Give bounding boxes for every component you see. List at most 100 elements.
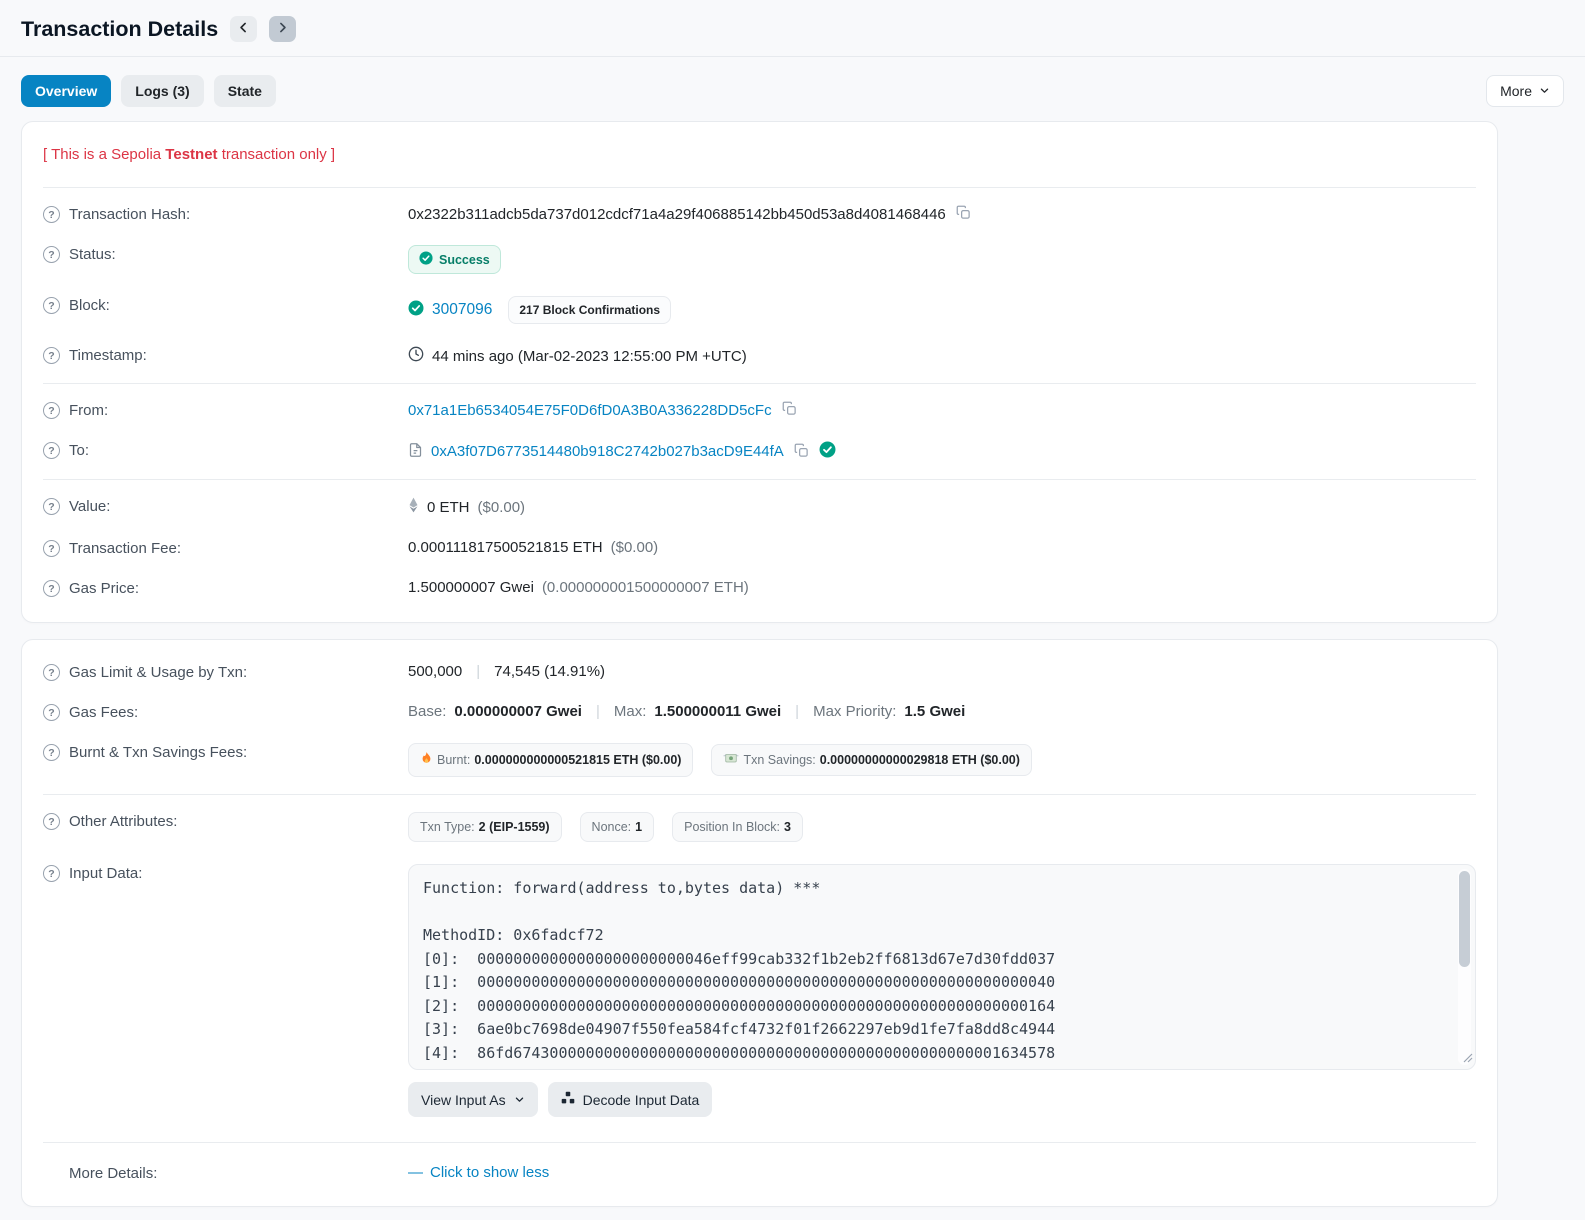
more-label: More — [1500, 83, 1532, 99]
tab-overview[interactable]: Overview — [21, 75, 112, 107]
to-address-link[interactable]: 0xA3f07D6773514480b918C2742b027b3acD9E44… — [431, 443, 784, 460]
txn-type-badge: Txn Type: 2 (EIP-1559) — [408, 812, 562, 842]
help-icon[interactable]: ? — [43, 206, 60, 223]
max-priority-label: Max Priority: — [813, 703, 897, 720]
value-usd: ($0.00) — [477, 498, 526, 516]
verified-check-icon — [819, 441, 836, 462]
gas-price-label: Gas Price: — [69, 580, 140, 597]
help-icon[interactable]: ? — [43, 246, 60, 263]
from-address-link[interactable]: 0x71a1Eb6534054E75F0D6fD0A3B0A336228DD5c… — [408, 402, 772, 419]
more-dropdown-button[interactable]: More — [1486, 75, 1564, 107]
click-to-show-less-link[interactable]: — Click to show less — [408, 1164, 549, 1181]
help-icon[interactable]: ? — [43, 865, 60, 882]
check-circle-icon — [408, 300, 424, 320]
copy-icon — [956, 205, 971, 223]
view-input-as-label: View Input As — [421, 1091, 506, 1108]
help-icon[interactable]: ? — [43, 540, 60, 557]
gas-limit-usage-row: ? Gas Limit & Usage by Txn: 500,000 | 74… — [43, 652, 1476, 692]
help-icon[interactable]: ? — [43, 297, 60, 314]
page-header: Transaction Details — [0, 0, 1585, 56]
help-icon[interactable]: ? — [43, 664, 60, 681]
burnt-fees-badge: Burnt: 0.000000000000521815 ETH ($0.00) — [408, 743, 694, 777]
input-data-line — [423, 901, 1445, 925]
input-data-line: MethodID: 0x6fadcf72 — [423, 926, 604, 944]
resize-handle-icon[interactable] — [1463, 1049, 1473, 1067]
separator: | — [476, 663, 481, 680]
scrollbar-thumb[interactable] — [1459, 871, 1470, 967]
copy-icon — [794, 443, 809, 461]
chevron-down-icon — [514, 1092, 525, 1108]
input-data-row: ? Input Data: Function: forward(address … — [43, 853, 1476, 1128]
transaction-fee-usd: ($0.00) — [610, 539, 659, 556]
copy-from-address-button[interactable] — [780, 401, 799, 419]
input-data-line: [2]: 00000000000000000000000000000000000… — [423, 996, 1056, 1015]
input-data-line: [5]: 543a0000000000000000000000000000000… — [423, 1065, 1445, 1069]
max-fee-label: Max: — [613, 703, 647, 720]
view-input-as-button[interactable]: View Input As — [408, 1082, 538, 1117]
more-details-label: More Details: — [69, 1165, 158, 1182]
gas-fees-row: ? Gas Fees: Base: 0.000000007 Gwei | Max… — [43, 692, 1476, 732]
input-data-textarea[interactable]: Function: forward(address to,bytes data)… — [408, 864, 1476, 1070]
testnet-warning: [ This is a Sepolia Testnet transaction … — [43, 134, 1476, 181]
copy-to-address-button[interactable] — [792, 443, 811, 461]
tab-logs[interactable]: Logs (3) — [121, 75, 204, 107]
block-label: Block: — [69, 297, 110, 314]
input-actions: View Input As Decode Input Data — [408, 1082, 1476, 1117]
burnt-savings-label: Burnt & Txn Savings Fees: — [69, 744, 248, 761]
copy-hash-button[interactable] — [954, 205, 973, 223]
transaction-fee-amount: 0.000111817500521815 ETH — [408, 539, 603, 556]
input-data-line: [1]: 00000000000000000000000000000000000… — [423, 973, 1056, 991]
base-fee-value: 0.000000007 Gwei — [454, 703, 582, 720]
input-data-scrollbar[interactable] — [1458, 869, 1471, 1065]
clock-icon — [408, 346, 424, 366]
help-icon[interactable]: ? — [43, 813, 60, 830]
txn-savings-value: 0.00000000000029818 ETH ($0.00) — [819, 753, 1020, 767]
gas-usage-value: 74,545 (14.91%) — [494, 663, 606, 680]
decode-input-data-button[interactable]: Decode Input Data — [547, 1082, 713, 1117]
txn-type-value: 2 (EIP-1559) — [478, 820, 550, 834]
gas-fees-label: Gas Fees: — [69, 704, 139, 721]
gas-price-row: ? Gas Price: 1.500000007 Gwei (0.0000000… — [43, 568, 1476, 608]
page-title: Transaction Details — [21, 16, 219, 41]
help-icon[interactable]: ? — [43, 347, 60, 364]
tab-state[interactable]: State — [213, 75, 276, 107]
transaction-hash-row: ? Transaction Hash: 0x2322b311adcb5da737… — [43, 194, 1476, 234]
transaction-fee-row: ? Transaction Fee: 0.000111817500521815 … — [43, 528, 1476, 568]
position-value: 3 — [784, 820, 791, 834]
max-priority-value: 1.5 Gwei — [904, 703, 966, 720]
input-data-line: Function: forward(address to,bytes data)… — [423, 879, 821, 897]
previous-transaction-button[interactable] — [230, 16, 258, 42]
nonce-value: 1 — [635, 820, 643, 834]
from-label: From: — [69, 402, 109, 419]
other-attributes-row: ? Other Attributes: Txn Type: 2 (EIP-155… — [43, 801, 1476, 853]
gas-price-amount: 1.500000007 Gwei — [408, 579, 534, 596]
copy-icon — [782, 401, 797, 419]
fire-icon — [420, 751, 433, 769]
transaction-hash-value: 0x2322b311adcb5da737d012cdcf71a4a29f4068… — [408, 205, 946, 223]
help-icon[interactable]: ? — [43, 442, 60, 459]
show-less-label: Click to show less — [430, 1164, 550, 1181]
help-icon[interactable]: ? — [43, 580, 60, 597]
help-icon[interactable]: ? — [43, 744, 60, 761]
help-icon[interactable]: ? — [43, 704, 60, 721]
nonce-badge: Nonce: 1 — [579, 812, 655, 842]
timestamp-label: Timestamp: — [69, 347, 147, 364]
separator: | — [795, 703, 800, 720]
status-badge: Success — [408, 245, 501, 274]
overview-card: [ This is a Sepolia Testnet transaction … — [21, 121, 1498, 623]
timestamp-row: ? Timestamp: 44 mins ago (Mar-02-2023 12… — [43, 335, 1476, 377]
next-transaction-button[interactable] — [269, 16, 297, 42]
block-number-link[interactable]: 3007096 — [432, 301, 492, 319]
minus-dash-icon: — — [408, 1164, 423, 1181]
transaction-hash-label: Transaction Hash: — [69, 206, 191, 223]
input-data-label: Input Data: — [69, 865, 143, 882]
nonce-label: Nonce: — [591, 820, 632, 834]
chevron-left-icon — [237, 21, 250, 37]
warning-suffix: transaction only ] — [217, 146, 336, 163]
input-data-line: [3]: 6ae0bc7698de04907f550fea584fcf4732f… — [423, 1020, 1056, 1038]
help-icon[interactable]: ? — [43, 498, 60, 515]
from-row: ? From: 0x71a1Eb6534054E75F0D6fD0A3B0A33… — [43, 390, 1476, 430]
warning-bold: Testnet — [165, 146, 218, 163]
help-icon[interactable]: ? — [43, 402, 60, 419]
txn-type-label: Txn Type: — [420, 820, 475, 834]
